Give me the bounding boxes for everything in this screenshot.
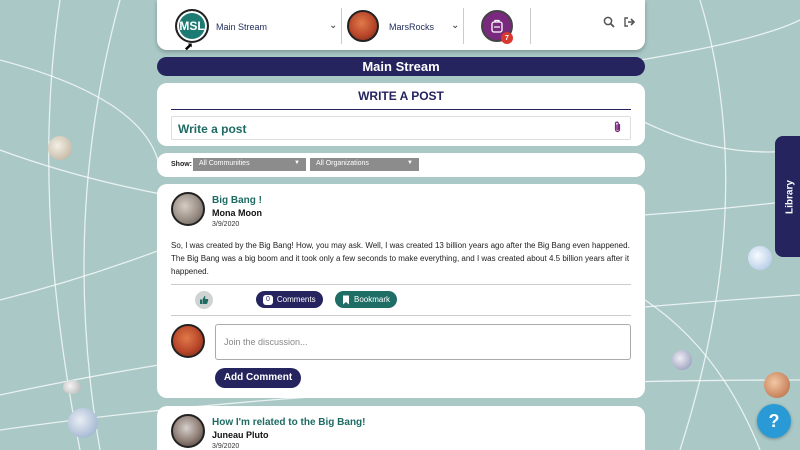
write-post-placeholder: Write a post: [178, 122, 247, 136]
mouse-cursor: ⬈: [184, 41, 194, 53]
post-body: So, I was created by the Big Bang! How, …: [171, 241, 630, 276]
bookmark-icon: [343, 295, 349, 304]
bookmark-button[interactable]: Bookmark: [335, 291, 398, 308]
caret-down-icon: ▼: [407, 160, 413, 166]
comment-placeholder: Join the discussion...: [224, 337, 308, 347]
notification-badge: 7: [501, 32, 513, 44]
add-comment-button[interactable]: Add Comment: [215, 368, 301, 388]
comments-label: Comments: [276, 295, 316, 304]
communities-select-value: All Communities: [199, 160, 250, 167]
user-avatar: [171, 324, 205, 358]
nav-divider: [341, 8, 342, 44]
library-tab[interactable]: Library: [775, 136, 800, 257]
divider: [171, 315, 631, 316]
author-avatar[interactable]: [171, 192, 205, 226]
search-icon[interactable]: [603, 16, 615, 31]
stream-avatar[interactable]: MSL: [175, 9, 209, 43]
planet-decoration: [68, 408, 98, 438]
post-title[interactable]: Big Bang !: [212, 195, 262, 206]
divider: [171, 109, 631, 110]
post-author[interactable]: Mona Moon: [212, 208, 262, 218]
post-title[interactable]: How I'm related to the Big Bang!: [212, 417, 366, 428]
nav-divider: [463, 8, 464, 44]
post-date: 3/9/2020: [212, 221, 240, 228]
community-avatar[interactable]: [347, 10, 379, 42]
write-post-heading: WRITE A POST: [358, 89, 444, 103]
write-post-card: WRITE A POST Write a post: [157, 83, 645, 146]
chevron-down-icon[interactable]: ⌄: [329, 20, 337, 31]
organizations-select-value: All Organizations: [316, 160, 369, 167]
bookmark-label: Bookmark: [354, 295, 391, 304]
logout-icon[interactable]: [623, 16, 636, 31]
stream-selector-label[interactable]: Main Stream: [216, 22, 267, 32]
write-post-input[interactable]: Write a post: [171, 116, 631, 140]
post-author[interactable]: Juneau Pluto: [212, 430, 269, 440]
planet-decoration: [63, 380, 81, 394]
post-card: Big Bang ! Mona Moon 3/9/2020 So, I was …: [157, 184, 645, 398]
filter-bar: Show: All Communities ▼ All Organization…: [157, 153, 645, 177]
planet-decoration: [764, 372, 790, 398]
comment-count: 0: [263, 294, 273, 305]
thumbs-up-icon: [200, 296, 209, 304]
nav-divider: [530, 8, 531, 44]
planet-decoration: [748, 246, 772, 270]
divider: [171, 284, 631, 285]
help-icon[interactable]: ?: [757, 404, 791, 438]
planet-decoration: [672, 350, 692, 370]
chevron-down-icon[interactable]: ⌄: [451, 20, 459, 31]
post-card: How I'm related to the Big Bang! Juneau …: [157, 406, 645, 450]
backpack-icon: [491, 19, 503, 33]
page-title: Main Stream: [157, 57, 645, 76]
comment-input[interactable]: Join the discussion...: [215, 324, 631, 360]
caret-down-icon: ▼: [294, 160, 300, 166]
communities-select[interactable]: All Communities ▼: [193, 158, 306, 171]
library-label: Library: [784, 179, 796, 214]
top-nav-bar: MSL Main Stream ⌄ MarsRocks ⌄ 7: [157, 0, 645, 50]
show-label: Show:: [171, 161, 192, 168]
post-date: 3/9/2020: [212, 443, 240, 450]
like-button[interactable]: [195, 291, 213, 309]
comments-button[interactable]: 0 Comments: [256, 291, 323, 308]
planet-decoration: [48, 136, 72, 160]
paperclip-icon[interactable]: [613, 121, 622, 136]
author-avatar[interactable]: [171, 414, 205, 448]
organizations-select[interactable]: All Organizations ▼: [310, 158, 419, 171]
community-selector-label[interactable]: MarsRocks: [389, 22, 434, 32]
